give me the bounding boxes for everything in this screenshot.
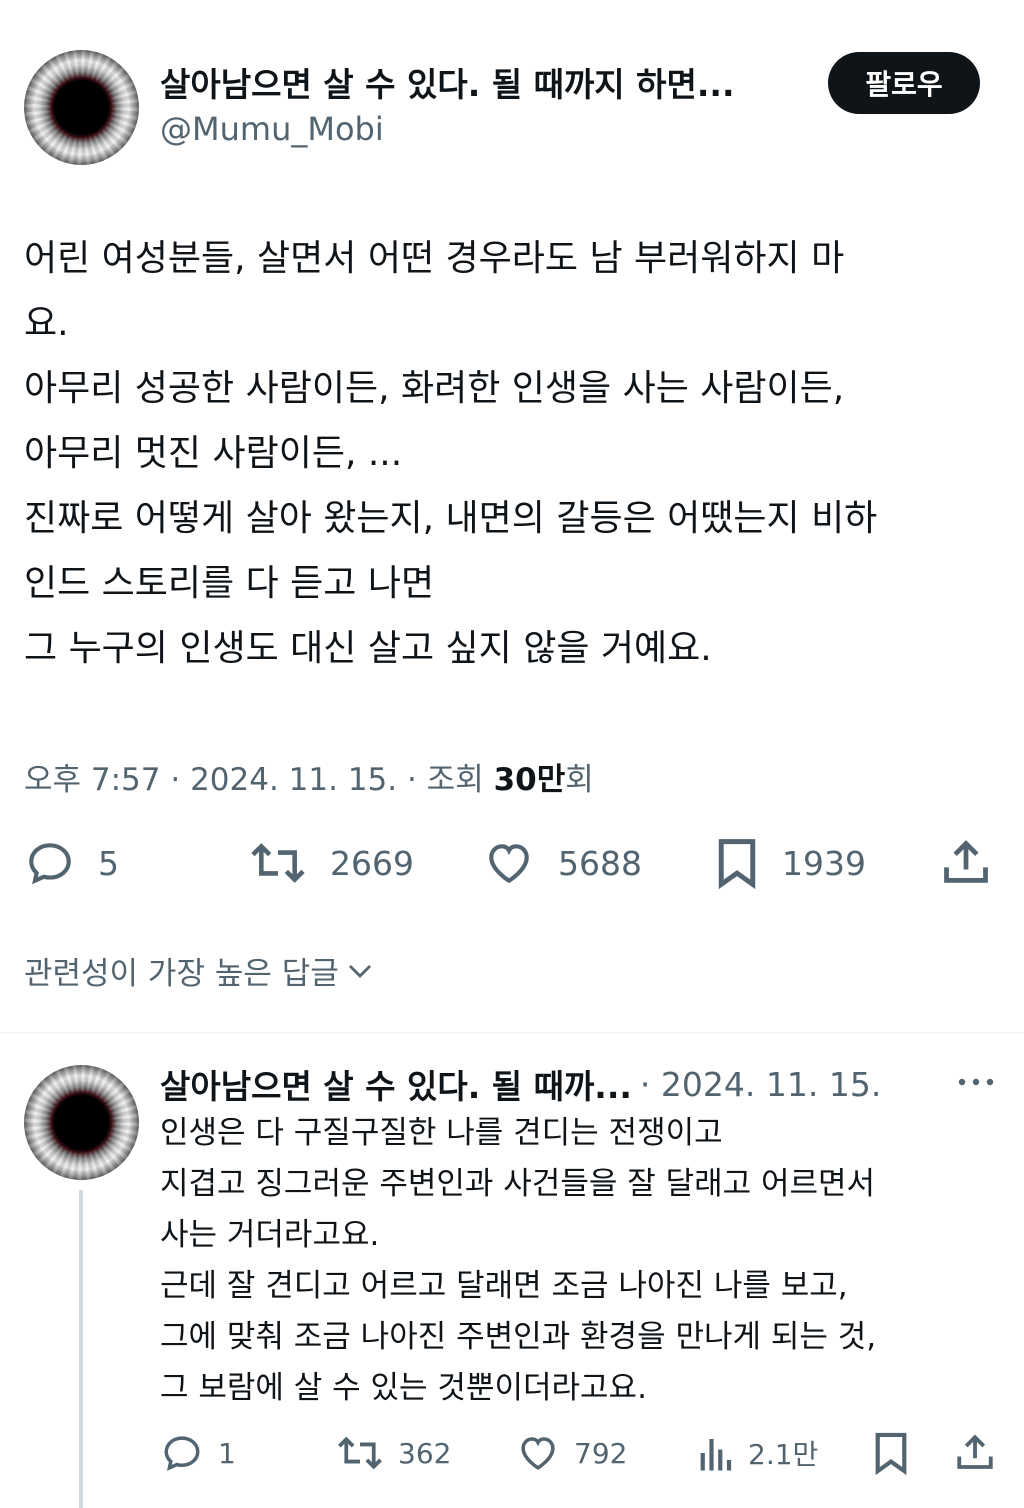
reply-views-count: 2.1만 xyxy=(748,1438,819,1471)
reply-reply-count: 1 xyxy=(218,1436,236,1470)
reply-text-line: 근데 잘 견디고 어르고 달래면 조금 나아진 나를 보고, xyxy=(160,1268,848,1304)
reply-views-action[interactable]: 2.1만 xyxy=(696,1432,818,1474)
speech-bubble-icon xyxy=(164,1436,200,1471)
bookmark-action[interactable]: 1939 xyxy=(714,836,866,890)
reply-retweet-action[interactable]: 362 xyxy=(336,1432,451,1474)
share-icon xyxy=(944,840,988,883)
tweet-text-line: 그 누구의 인생도 대신 살고 싶지 않을 거예요. xyxy=(24,628,712,669)
tweet-meta: 오후 7:57 · 2024. 11. 15. · 조회 30만회 xyxy=(24,754,594,799)
reply-like-action[interactable]: 792 xyxy=(516,1432,627,1474)
like-count: 5688 xyxy=(558,843,642,883)
bookmark-count: 1939 xyxy=(782,843,866,883)
chevron-down-icon xyxy=(348,964,371,978)
tweet-text-line: 인드 스토리를 다 듣고 나면 xyxy=(24,563,435,604)
retweet-icon xyxy=(338,1436,382,1470)
author-display-name[interactable]: 살아남으면 살 수 있다. 될 때까지 하면... xyxy=(160,58,734,106)
share-icon xyxy=(957,1434,993,1469)
speech-bubble-icon xyxy=(29,843,71,885)
reply-retweet-count: 362 xyxy=(398,1436,452,1470)
tweet-text-line: 요. xyxy=(24,303,69,344)
retweet-icon xyxy=(251,843,305,883)
reply-bookmark-action[interactable] xyxy=(872,1430,910,1476)
reply-text-line: 그 보람에 살 수 있는 것뿐이더라고요. xyxy=(160,1370,647,1406)
replies-sort-label: 관련성이 가장 높은 답글 xyxy=(24,956,339,992)
tweet-timestamp[interactable]: 오후 7:57 · 2024. 11. 15. · 조회 xyxy=(24,762,494,798)
reply-text-line: 그에 맞춰 조금 나아진 주변인과 환경을 만나게 되는 것, xyxy=(160,1319,877,1355)
reply-reply-action[interactable]: 1 xyxy=(160,1432,236,1474)
tweet-text-line: 진짜로 어떻게 살아 왔는지, 내면의 갈등은 어땠는지 비하 xyxy=(24,498,878,539)
reply-date[interactable]: · 2024. 11. 15. xyxy=(640,1065,881,1104)
divider xyxy=(0,1032,1024,1033)
reply-count: 5 xyxy=(98,843,119,883)
tweet-text-line: 어린 여성분들, 살면서 어떤 경우라도 남 부러워하지 마 xyxy=(24,238,845,279)
heart-icon xyxy=(489,844,529,884)
reply-text: 인생은 다 구질구질한 나를 견디는 전쟁이고 지겹고 징그러운 주변인과 사건… xyxy=(160,1108,1010,1414)
reply-share-button[interactable] xyxy=(954,1430,996,1476)
more-dots-icon[interactable] xyxy=(956,1070,996,1094)
heart-icon xyxy=(521,1437,555,1470)
reply-action[interactable]: 5 xyxy=(24,838,119,888)
tweet-text-line: 아무리 성공한 사람이든, 화려한 인생을 사는 사람이든, xyxy=(24,368,845,409)
bar-chart-icon xyxy=(700,1439,732,1471)
reply-author-avatar[interactable] xyxy=(24,1065,139,1180)
thread-connector xyxy=(79,1190,83,1508)
retweet-action[interactable]: 2669 xyxy=(248,838,414,888)
share-button[interactable] xyxy=(940,836,992,890)
reply-text-line: 사는 거더라고요. xyxy=(160,1217,380,1253)
view-count-suffix: 회 xyxy=(565,762,594,798)
reply-like-count: 792 xyxy=(574,1436,628,1470)
view-count: 30만 xyxy=(493,762,566,798)
tweet-text-line: 아무리 멋진 사람이든, ... xyxy=(24,433,403,474)
author-avatar[interactable] xyxy=(24,50,139,165)
like-action[interactable]: 5688 xyxy=(482,838,642,888)
bookmark-icon xyxy=(875,1432,907,1476)
author-handle[interactable]: @Mumu_Mobi xyxy=(160,110,384,148)
reply-author-name[interactable]: 살아남으면 살 수 있다. 될 때까... xyxy=(160,1060,632,1108)
tweet-text: 어린 여성분들, 살면서 어떤 경우라도 남 부러워하지 마 요. 아무리 성공… xyxy=(24,226,1004,681)
follow-button[interactable]: 팔로우 xyxy=(828,52,980,114)
reply-text-line: 인생은 다 구질구질한 나를 견디는 전쟁이고 xyxy=(160,1115,723,1151)
reply-text-line: 지겹고 징그러운 주변인과 사건들을 잘 달래고 어르면서 xyxy=(160,1166,876,1202)
retweet-count: 2669 xyxy=(330,843,414,883)
reply-header: 살아남으면 살 수 있다. 될 때까... · 2024. 11. 15. xyxy=(160,1060,881,1108)
bookmark-icon xyxy=(718,839,756,890)
replies-sort-dropdown[interactable]: 관련성이 가장 높은 답글 xyxy=(24,948,375,993)
